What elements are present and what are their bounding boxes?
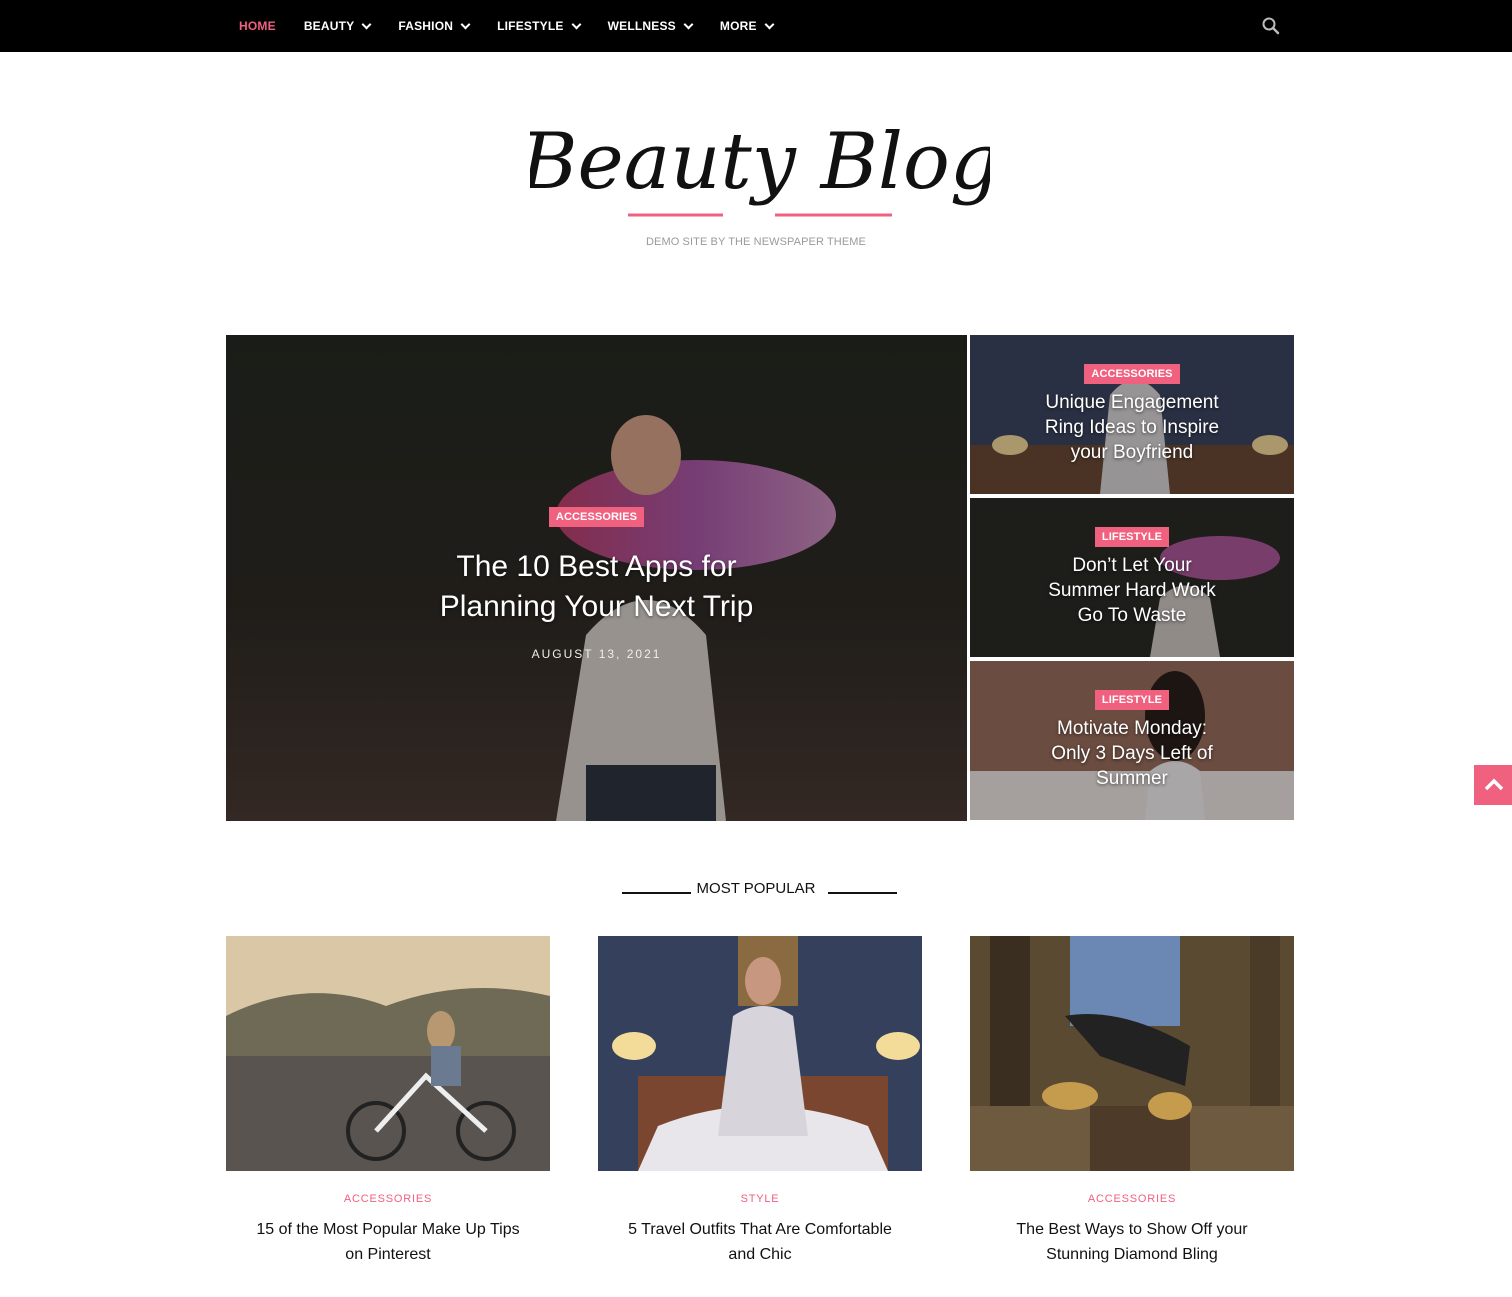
search-icon[interactable] <box>1259 14 1283 38</box>
post-thumbnail[interactable] <box>970 936 1294 1171</box>
post-category[interactable]: STYLE <box>598 1193 922 1205</box>
nav-item-label: BEAUTY <box>303 19 355 33</box>
chevron-down-icon <box>764 19 775 29</box>
logo-text: Beauty Blog <box>530 117 990 207</box>
nav-item-label: HOME <box>239 19 276 33</box>
featured-side-content: LIFESTYLE Motivate Monday: Only 3 Days L… <box>970 690 1294 791</box>
featured-side-content: LIFESTYLE Don’t Let Your Summer Hard Wor… <box>970 527 1294 628</box>
chevron-down-icon <box>683 19 694 29</box>
post-thumbnail[interactable] <box>598 936 922 1171</box>
site-tagline: DEMO SITE BY THE NEWSPAPER THEME <box>646 236 866 248</box>
post-title[interactable]: 5 Travel Outfits That Are Comfortable an… <box>598 1217 922 1267</box>
back-to-top-button[interactable] <box>1474 765 1512 805</box>
post-category[interactable]: ACCESSORIES <box>970 1193 1294 1205</box>
category-badge[interactable]: ACCESSORIES <box>548 507 645 527</box>
nav-item-wellness[interactable]: WELLNESS <box>594 0 706 52</box>
section-heading: MOST POPULAR <box>0 880 1512 898</box>
featured-main-content: ACCESSORIES The 10 Best Apps for Plannin… <box>226 507 967 661</box>
featured-side-title[interactable]: Unique Engagement Ring Ideas to Inspire … <box>1037 390 1227 465</box>
top-navbar: HOME BEAUTY FASHION LIFESTYLE WELLNESS M… <box>0 0 1512 52</box>
post-title[interactable]: The Best Ways to Show Off your Stunning … <box>970 1217 1294 1267</box>
chevron-down-icon <box>460 19 471 29</box>
post-date: AUGUST 13, 2021 <box>531 647 662 661</box>
category-badge[interactable]: ACCESSORIES <box>1084 364 1180 384</box>
nav-item-home[interactable]: HOME <box>226 0 290 52</box>
popular-post-card: ACCESSORIES 15 of the Most Popular Make … <box>226 936 550 1267</box>
featured-side-title[interactable]: Motivate Monday: Only 3 Days Left of Sum… <box>1037 716 1227 791</box>
chevron-up-icon <box>1484 778 1504 791</box>
main-menu: HOME BEAUTY FASHION LIFESTYLE WELLNESS M… <box>226 0 787 52</box>
nav-item-fashion[interactable]: FASHION <box>384 0 483 52</box>
featured-side-post[interactable]: LIFESTYLE Motivate Monday: Only 3 Days L… <box>970 661 1294 820</box>
featured-side-post[interactable]: LIFESTYLE Don’t Let Your Summer Hard Wor… <box>970 498 1294 657</box>
popular-post-card: ACCESSORIES The Best Ways to Show Off yo… <box>970 936 1294 1267</box>
featured-side-post[interactable]: ACCESSORIES Unique Engagement Ring Ideas… <box>970 335 1294 494</box>
popular-post-card: STYLE 5 Travel Outfits That Are Comforta… <box>598 936 922 1267</box>
nav-item-lifestyle[interactable]: LIFESTYLE <box>483 0 593 52</box>
featured-main-title[interactable]: The 10 Best Apps for Planning Your Next … <box>417 547 777 627</box>
section-title: MOST POPULAR <box>696 880 816 897</box>
category-badge[interactable]: LIFESTYLE <box>1094 690 1170 710</box>
nav-item-label: MORE <box>719 19 757 33</box>
chevron-down-icon <box>571 19 582 29</box>
featured-side-title[interactable]: Don’t Let Your Summer Hard Work Go To Wa… <box>1037 553 1227 628</box>
post-title[interactable]: 15 of the Most Popular Make Up Tips on P… <box>226 1217 550 1267</box>
chevron-down-icon <box>361 19 372 29</box>
category-badge[interactable]: LIFESTYLE <box>1094 527 1170 547</box>
featured-main-post[interactable]: ACCESSORIES The 10 Best Apps for Plannin… <box>226 335 967 821</box>
nav-item-more[interactable]: MORE <box>706 0 787 52</box>
featured-side-content: ACCESSORIES Unique Engagement Ring Ideas… <box>970 364 1294 465</box>
nav-item-beauty[interactable]: BEAUTY <box>290 0 385 52</box>
nav-item-label: LIFESTYLE <box>497 19 564 33</box>
post-category[interactable]: ACCESSORIES <box>226 1193 550 1205</box>
nav-item-label: WELLNESS <box>607 19 676 33</box>
site-logo[interactable]: Beauty Blog <box>518 110 1000 230</box>
post-thumbnail[interactable] <box>226 936 550 1171</box>
nav-item-label: FASHION <box>398 19 454 33</box>
